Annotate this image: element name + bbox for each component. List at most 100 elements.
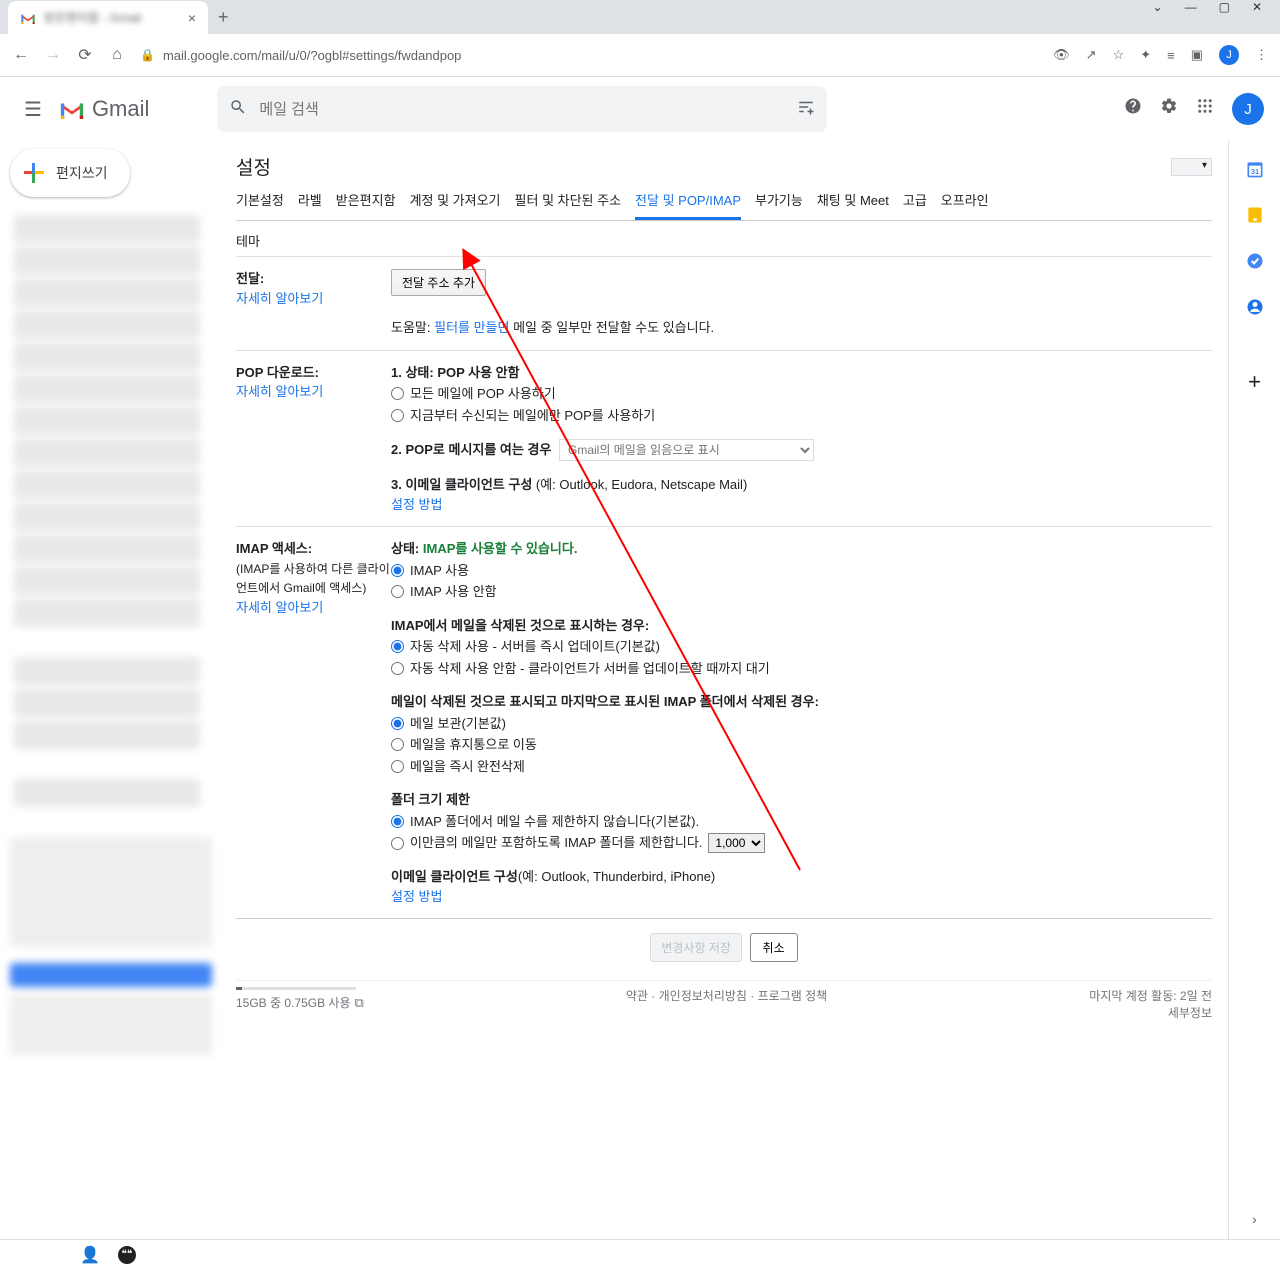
footer-activity: 마지막 계정 활동: 2일 전 [1089,987,1212,1004]
imap-del-opt2[interactable]: 자동 삭제 사용 안함 - 클라이언트가 서버를 업데이트할 때까지 대기 [391,659,1212,679]
maximize-icon[interactable]: ▢ [1219,0,1230,14]
imap-last-opt3[interactable]: 메일을 즉시 완전삭제 [391,757,1212,777]
imap-off[interactable]: IMAP 사용 안함 [391,582,1212,602]
person-icon[interactable]: 👤 [80,1245,100,1265]
gmail-favicon-icon [20,10,36,26]
collapse-sidebar-icon[interactable]: › [1252,1211,1257,1227]
imap-how-link[interactable]: 설정 방법 [391,889,442,904]
reload-icon[interactable]: ⟳ [76,45,94,65]
close-window-icon[interactable]: ✕ [1252,0,1262,14]
fwd-learn-link[interactable]: 자세히 알아보기 [236,291,323,306]
lock-icon: 🔒 [140,48,155,62]
tab-labels[interactable]: 라벨 [298,190,322,220]
search-input[interactable] [259,101,797,118]
add-forwarding-address-button[interactable]: 전달 주소 추가 [391,269,486,296]
browser-tab[interactable]: 받은편지함 - Gmail × [8,1,208,34]
search-bar[interactable] [217,86,827,132]
cancel-button[interactable]: 취소 [750,933,798,962]
pop-action-select[interactable]: Gmail의 메일을 읽음으로 표시 [559,439,814,461]
bottom-bar: 👤 ❝❝ [0,1239,1280,1269]
svg-text:31: 31 [1250,167,1258,176]
gmail-header: ☰ Gmail J [0,77,1280,141]
tab-addons[interactable]: 부가기능 [755,190,803,220]
imap-del-opt1[interactable]: 자동 삭제 사용 - 서버를 즉시 업데이트(기본값) [391,637,1212,657]
menu-icon[interactable]: ☰ [16,89,50,130]
profile-avatar-sm[interactable]: J [1219,45,1239,65]
compose-button[interactable]: 편지쓰기 [10,149,130,197]
url-field[interactable]: 🔒 mail.google.com/mail/u/0/?ogbl#setting… [140,48,1039,63]
sidepanel-icon[interactable]: ▣ [1191,47,1203,63]
tab-theme[interactable]: 테마 [236,234,260,249]
tab-close-icon[interactable]: × [188,10,196,26]
apps-grid-icon[interactable] [1196,97,1214,121]
tab-title: 받은편지함 - Gmail [44,9,180,26]
language-selector[interactable] [1171,158,1212,176]
address-bar: ← → ⟳ ⌂ 🔒 mail.google.com/mail/u/0/?ogbl… [0,34,1280,76]
contacts-icon[interactable] [1245,297,1265,317]
new-tab-button[interactable]: + [208,1,239,34]
imap-folder-opt2[interactable]: 이만큼의 메일만 포함하도록 IMAP 폴더를 제한합니다. 1,000 [391,833,1212,853]
imap-last-opt1[interactable]: 메일 보관(기본값) [391,714,1212,734]
search-icon[interactable] [229,98,247,121]
help-icon[interactable] [1124,97,1142,121]
imap-status-value: IMAP를 사용할 수 있습니다. [423,541,578,556]
search-tune-icon[interactable] [797,98,815,121]
chat-bubble-icon[interactable]: ❝❝ [118,1246,136,1264]
footer-details[interactable]: 세부정보 [1089,1004,1212,1021]
tab-offline[interactable]: 오프라인 [941,190,989,220]
sidebar-right: 31 + › [1228,141,1280,1239]
gmail-wordmark: Gmail [92,96,149,122]
toolbar-right: 👁 ↗ ☆ ✦ ≡ ▣ J ⋮ [1053,45,1268,65]
tab-inbox[interactable]: 받은편지함 [336,190,396,220]
home-icon[interactable]: ⌂ [108,46,126,64]
imap-last-head: 메일이 삭제된 것으로 표시되고 마지막으로 표시된 IMAP 폴더에서 삭제된… [391,692,1212,712]
plus-icon [24,163,44,183]
pop-learn-link[interactable]: 자세히 알아보기 [236,384,323,399]
reading-list-icon[interactable]: ≡ [1167,48,1175,63]
tab-advanced[interactable]: 고급 [903,190,927,220]
eye-icon[interactable]: 👁 [1053,47,1070,63]
footer: 15GB 중 0.75GB 사용⧉ 약관 · 개인정보처리방침 · 프로그램 정… [236,980,1212,1021]
pop-opt-new[interactable]: 지금부터 수신되는 메일에만 POP를 사용하기 [391,406,1212,426]
imap-last-opt2[interactable]: 메일을 휴지통으로 이동 [391,735,1212,755]
calendar-icon[interactable]: 31 [1245,159,1265,179]
tab-filters[interactable]: 필터 및 차단된 주소 [515,190,622,220]
footer-terms[interactable]: 약관 [626,989,648,1003]
compose-label: 편지쓰기 [56,163,108,183]
imap-on[interactable]: IMAP 사용 [391,561,1212,581]
settings-content: 설정 기본설정 라벨 받은편지함 계정 및 가져오기 필터 및 차단된 주소 전… [220,141,1228,1239]
imap-status-label: 상태: [391,541,423,556]
imap-sub: (IMAP를 사용하여 다른 클라이언트에서 Gmail에 액세스) [236,562,390,596]
settings-gear-icon[interactable] [1160,97,1178,121]
pop-opt-all[interactable]: 모든 메일에 POP 사용하기 [391,384,1212,404]
gmail-logo[interactable]: Gmail [58,96,149,122]
tasks-icon[interactable] [1245,251,1265,271]
imap-learn-link[interactable]: 자세히 알아보기 [236,600,323,615]
storage-text: 15GB 중 0.75GB 사용 [236,996,351,1010]
imap-label: IMAP 액세스: [236,541,312,556]
tab-accounts[interactable]: 계정 및 가져오기 [410,190,501,220]
imap-folder-opt1[interactable]: IMAP 폴더에서 메일 수를 제한하지 않습니다(기본값). [391,812,1212,832]
fwd-filter-link[interactable]: 필터를 만들면 [434,320,509,335]
keep-icon[interactable] [1245,205,1265,225]
footer-privacy[interactable]: 개인정보처리방침 [659,989,747,1003]
tab-forwarding[interactable]: 전달 및 POP/IMAP [635,190,741,220]
imap-folder-head: 폴더 크기 제한 [391,790,1212,810]
fwd-tip-prefix: 도움말: [391,320,434,335]
pop-how-link[interactable]: 설정 방법 [391,497,442,512]
kebab-icon[interactable]: ⋮ [1255,47,1268,63]
chevron-down-icon[interactable]: ⌄ [1153,0,1163,14]
extensions-icon[interactable]: ✦ [1140,47,1151,63]
addons-plus-icon[interactable]: + [1248,369,1261,395]
footer-program[interactable]: 프로그램 정책 [758,989,828,1003]
imap-folder-limit-select[interactable]: 1,000 [708,833,765,853]
minimize-icon[interactable]: — [1185,0,1197,14]
tab-general[interactable]: 기본설정 [236,190,284,220]
account-avatar[interactable]: J [1232,93,1264,125]
browser-chrome: ⌄ — ▢ ✕ 받은편지함 - Gmail × + ← → ⟳ ⌂ 🔒 mail… [0,0,1280,77]
external-link-icon[interactable]: ⧉ [355,995,364,1010]
star-icon[interactable]: ☆ [1113,47,1125,63]
back-icon[interactable]: ← [12,46,30,64]
tab-chat[interactable]: 채팅 및 Meet [817,190,889,220]
share-icon[interactable]: ↗ [1086,47,1097,63]
